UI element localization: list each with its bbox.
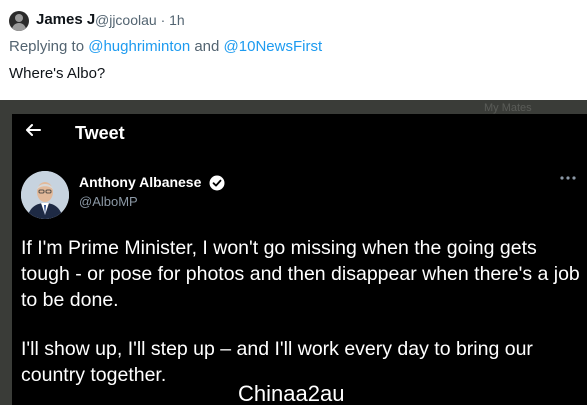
verified-badge-icon xyxy=(209,175,225,191)
reply-handle-time: @jjcoolau · 1h xyxy=(95,12,185,28)
mention-10newsfirst[interactable]: @10NewsFirst xyxy=(224,38,323,55)
watermark: Chinaa2au xyxy=(238,381,345,406)
replying-and: and xyxy=(190,38,224,55)
reply-display-name[interactable]: James J xyxy=(36,11,95,28)
tweet-paragraph: If I'm Prime Minister, I won't go missin… xyxy=(21,237,580,311)
author-name[interactable]: Anthony Albanese xyxy=(79,174,201,190)
reply-text: Where's Albo? xyxy=(9,65,106,82)
tweet-header: Tweet xyxy=(12,114,587,154)
tweet-body: If I'm Prime Minister, I won't go missin… xyxy=(21,235,581,405)
dark-tweet-panel: Tweet Anthony Albanese @AlboMP If I'm Pr… xyxy=(12,114,587,405)
author-avatar[interactable] xyxy=(21,171,69,219)
tweet-page-title: Tweet xyxy=(75,123,125,143)
embedded-screenshot[interactable]: My Mates Tweet Anthony Albanese @AlboMP … xyxy=(0,100,587,405)
author-handle[interactable]: @AlboMP xyxy=(79,194,138,209)
replying-prefix: Replying to xyxy=(9,38,89,55)
more-options-icon[interactable] xyxy=(559,174,577,182)
reply-tweet[interactable]: James J @jjcoolau · 1h Replying to @hugh… xyxy=(0,0,587,100)
replying-to-line: Replying to @hughriminton and @10NewsFir… xyxy=(9,38,322,55)
back-arrow-icon[interactable] xyxy=(22,119,44,141)
mention-hughriminton[interactable]: @hughriminton xyxy=(88,38,190,55)
reply-avatar[interactable] xyxy=(9,11,29,31)
background-label: My Mates xyxy=(484,102,532,114)
